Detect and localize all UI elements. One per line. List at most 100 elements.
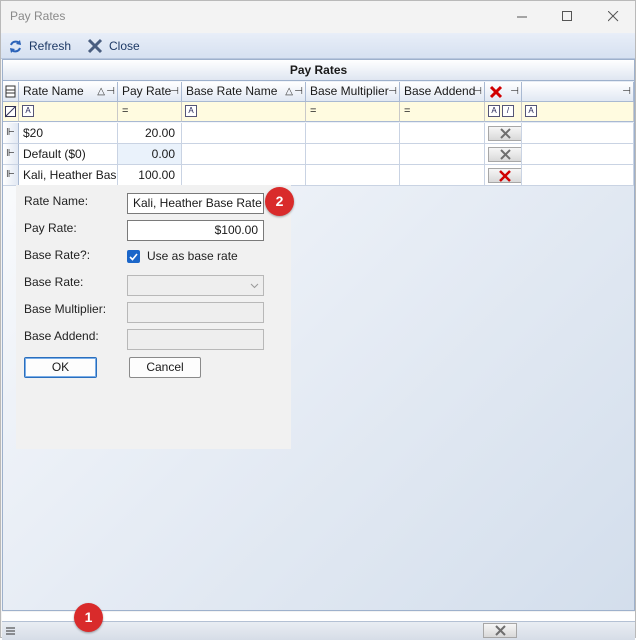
base-addend-input[interactable] xyxy=(127,329,264,350)
filter-operator-icon[interactable]: A xyxy=(185,105,197,117)
filter-operator-equals[interactable]: = xyxy=(404,105,410,117)
pin-icon[interactable]: ⊣ xyxy=(106,82,115,101)
cell-rate-name[interactable]: Default ($0) xyxy=(19,144,118,165)
cell-base-multiplier[interactable] xyxy=(306,123,400,144)
filter-operator-icon[interactable]: A xyxy=(22,105,34,117)
column-header-extra[interactable]: ⊣ xyxy=(522,82,634,102)
chevron-down-icon xyxy=(250,283,259,289)
filter-pay-rate[interactable]: = xyxy=(118,102,182,122)
pin-icon[interactable]: ⊣ xyxy=(388,82,397,101)
row-selector[interactable]: ⊩ xyxy=(3,123,19,144)
filter-rate-name[interactable]: A xyxy=(19,102,118,122)
filter-base-rate-name[interactable]: A xyxy=(182,102,306,122)
base-rate-label: Base Rate: xyxy=(24,275,84,289)
close-icon xyxy=(607,11,618,22)
cell-pay-rate[interactable]: 0.00 xyxy=(118,144,182,165)
use-as-base-label[interactable]: Use as base rate xyxy=(147,249,238,263)
filter-extra[interactable]: A xyxy=(522,102,634,122)
annotation-badge-1: 1 xyxy=(74,603,103,632)
base-rate-question-label: Base Rate?: xyxy=(24,248,91,262)
rate-edit-form: Rate Name: Kali, Heather Base Rate Pay R… xyxy=(16,185,291,449)
cell-base-rate-name[interactable] xyxy=(182,165,306,186)
row-selector[interactable]: ⊩ xyxy=(3,165,19,186)
delete-row-button[interactable] xyxy=(488,147,521,162)
filter-clear-icon[interactable]: / xyxy=(502,105,514,117)
cell-rate-name[interactable]: $20 xyxy=(19,123,118,144)
column-header-pay-rate[interactable]: Pay Rate ⊣ xyxy=(118,82,182,102)
delete-gray-x-icon xyxy=(494,625,506,636)
pin-icon[interactable]: ⊣ xyxy=(473,82,482,101)
header-row-selector[interactable] xyxy=(3,82,19,102)
annotation-badge-2: 2 xyxy=(265,187,294,216)
pin-icon[interactable]: ⊣ xyxy=(294,82,303,101)
delete-red-x-icon xyxy=(499,169,511,182)
summary-icon[interactable] xyxy=(5,625,17,637)
footer-delete-button[interactable] xyxy=(483,623,517,638)
use-as-base-checkbox[interactable] xyxy=(127,250,140,263)
cell-base-addend[interactable] xyxy=(400,144,485,165)
pin-icon[interactable]: ⊣ xyxy=(510,82,519,101)
cell-extra[interactable] xyxy=(522,144,634,165)
cell-rate-name[interactable]: Kali, Heather Bas xyxy=(19,165,118,186)
filter-row-clear[interactable] xyxy=(3,102,19,122)
close-button[interactable]: Close xyxy=(87,37,140,55)
toolbar: Refresh Close xyxy=(1,33,635,59)
filter-base-addend[interactable]: = xyxy=(400,102,485,122)
rate-name-label: Rate Name: xyxy=(24,194,89,208)
checkmark-icon xyxy=(129,253,138,261)
rate-name-input[interactable]: Kali, Heather Base Rate xyxy=(127,193,264,214)
cancel-button[interactable]: Cancel xyxy=(129,357,201,378)
pay-rates-grid: Pay Rates Rate Name △ ⊣ Pay Rate ⊣ Base … xyxy=(2,59,635,611)
base-multiplier-input[interactable] xyxy=(127,302,264,323)
column-chooser-icon xyxy=(5,85,16,98)
cell-delete xyxy=(485,165,522,186)
window-title: Pay Rates xyxy=(10,9,66,23)
refresh-label: Refresh xyxy=(29,39,72,53)
column-header-delete[interactable]: ⊣ xyxy=(485,82,522,102)
pin-icon[interactable]: ⊣ xyxy=(170,82,179,101)
base-rate-select[interactable] xyxy=(127,275,264,296)
filter-operator-equals[interactable]: = xyxy=(122,105,128,117)
column-header-rate-name[interactable]: Rate Name △ ⊣ xyxy=(19,82,118,102)
delete-row-button[interactable] xyxy=(488,126,521,141)
cell-base-multiplier[interactable] xyxy=(306,144,400,165)
column-header-base-rate-name[interactable]: Base Rate Name △ ⊣ xyxy=(182,82,306,102)
cell-base-addend[interactable] xyxy=(400,165,485,186)
filter-base-multiplier[interactable]: = xyxy=(306,102,400,122)
cell-pay-rate[interactable]: 20.00 xyxy=(118,123,182,144)
delete-row-button[interactable] xyxy=(488,168,521,183)
cell-base-addend[interactable] xyxy=(400,123,485,144)
minimize-button[interactable] xyxy=(499,1,545,32)
sort-ascending-icon: △ xyxy=(97,86,105,97)
filter-operator-equals[interactable]: = xyxy=(310,105,316,117)
cell-delete xyxy=(485,144,522,165)
refresh-button[interactable]: Refresh xyxy=(8,37,71,55)
clear-filter-icon xyxy=(4,105,17,118)
filter-operator-icon[interactable]: A xyxy=(488,105,500,117)
base-addend-label: Base Addend: xyxy=(24,329,99,343)
close-label: Close xyxy=(109,39,140,53)
cell-base-multiplier[interactable] xyxy=(306,165,400,186)
cell-base-rate-name[interactable] xyxy=(182,144,306,165)
column-header-base-addend[interactable]: Base Addend ⊣ xyxy=(400,82,485,102)
maximize-button[interactable] xyxy=(544,1,590,32)
base-multiplier-label: Base Multiplier: xyxy=(24,302,107,316)
cell-extra[interactable] xyxy=(522,123,634,144)
pay-rate-input[interactable]: $100.00 xyxy=(127,220,264,241)
column-header-base-multiplier[interactable]: Base Multiplier ⊣ xyxy=(306,82,400,102)
ok-button[interactable]: OK xyxy=(24,357,97,378)
close-window-button[interactable] xyxy=(590,1,636,32)
delete-gray-x-icon xyxy=(499,149,511,160)
pay-rates-window: Pay Rates Refresh Close Pay Rates Rate N… xyxy=(0,0,636,640)
row-selector[interactable]: ⊩ xyxy=(3,144,19,165)
pay-rate-label: Pay Rate: xyxy=(24,221,77,235)
cell-base-rate-name[interactable] xyxy=(182,123,306,144)
delete-red-x-icon xyxy=(489,85,503,99)
minimize-icon xyxy=(516,16,527,18)
cell-extra[interactable] xyxy=(522,165,634,186)
cell-pay-rate[interactable]: 100.00 xyxy=(118,165,182,186)
title-bar: Pay Rates xyxy=(1,1,635,32)
filter-delete[interactable]: A / xyxy=(485,102,522,122)
filter-operator-icon[interactable]: A xyxy=(525,105,537,117)
pin-icon[interactable]: ⊣ xyxy=(622,82,631,101)
